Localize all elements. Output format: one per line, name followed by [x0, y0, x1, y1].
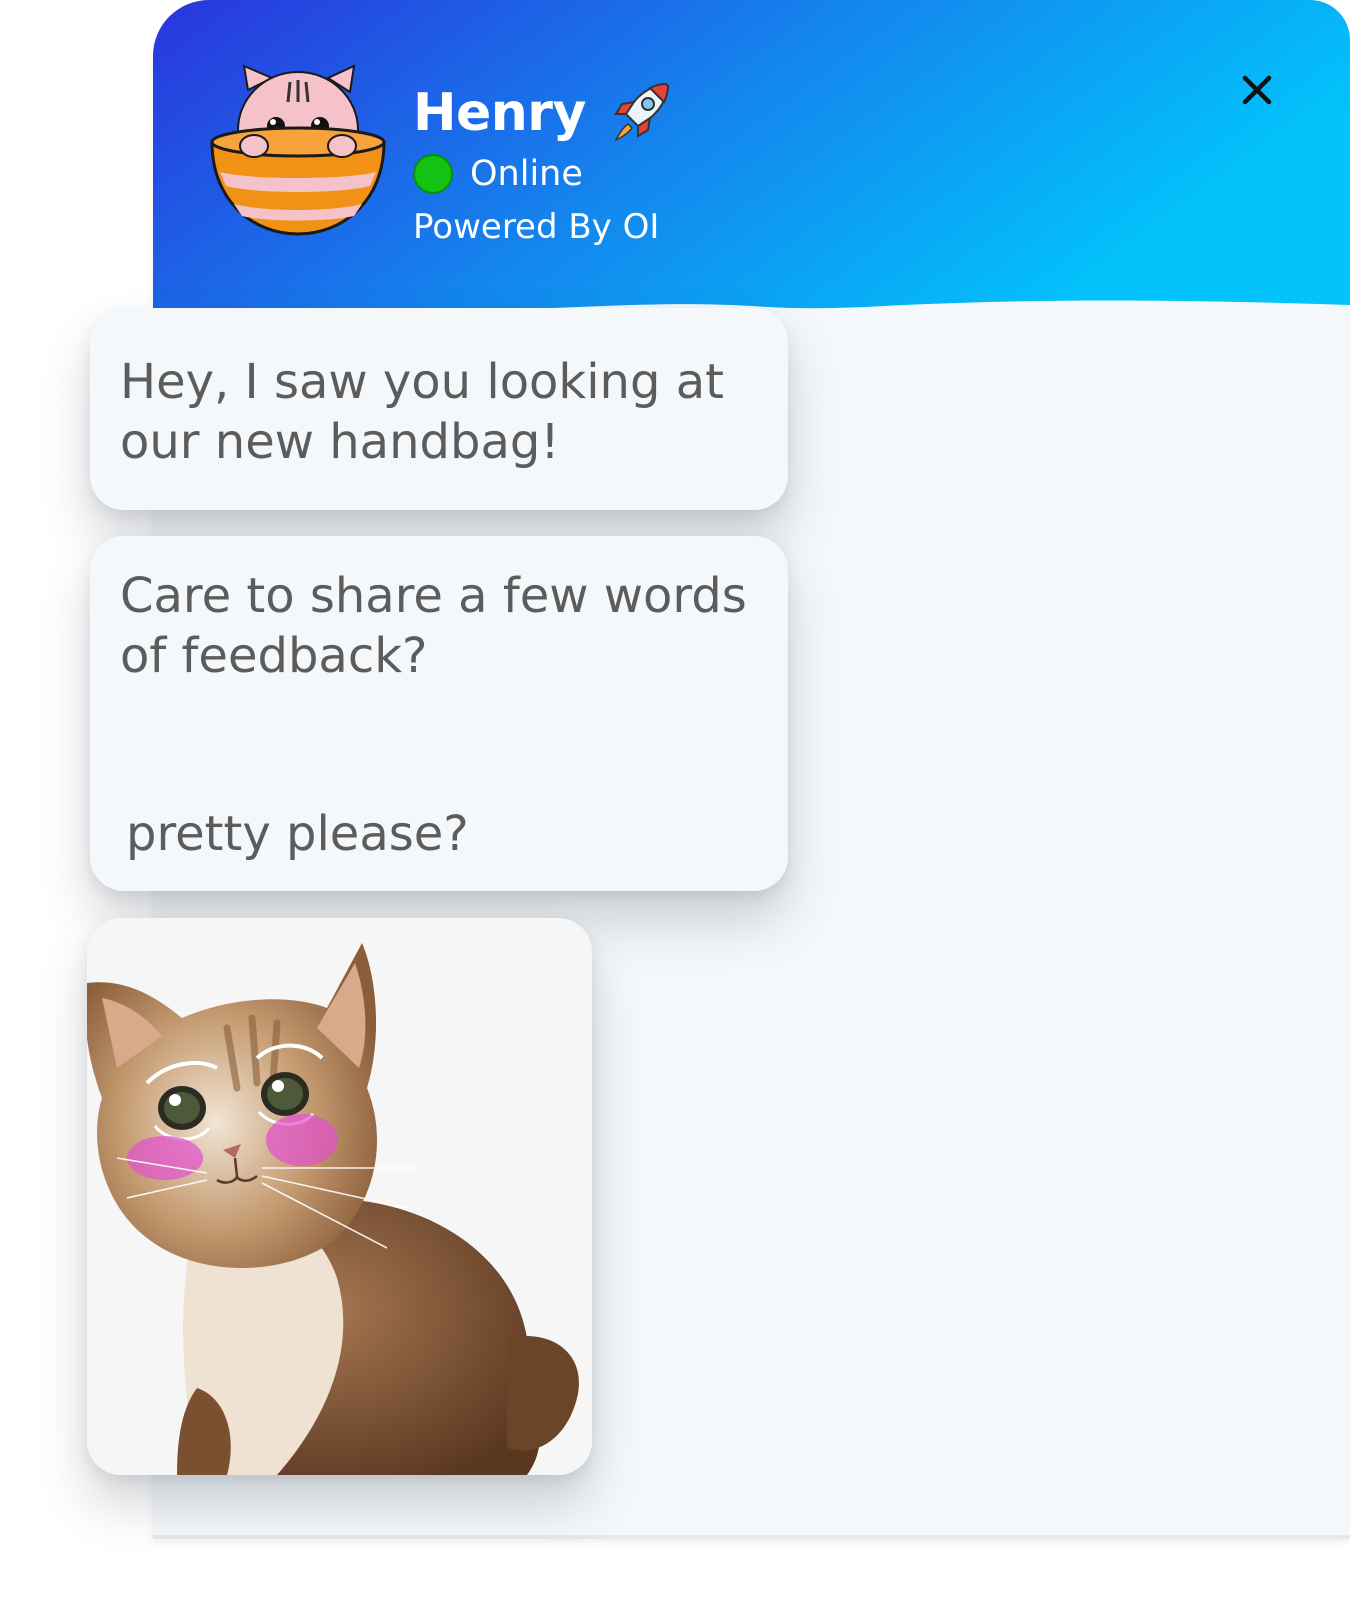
rocket-icon	[614, 82, 669, 142]
message-bubble: Care to share a few words of feedback? p…	[90, 536, 788, 891]
chat-header: Henry Online Powered By OI	[153, 0, 1350, 315]
image-message[interactable]	[87, 918, 592, 1475]
status-text: Online	[470, 154, 583, 194]
message-subtext: pretty please?	[126, 806, 469, 862]
bot-name: Henry	[413, 83, 586, 143]
message-bubble: Hey, I saw you looking at our new handba…	[90, 308, 788, 510]
powered-by-text: Powered By OI	[413, 207, 660, 247]
message-text: Care to share a few words of feedback?	[120, 568, 747, 684]
online-dot-icon	[413, 154, 453, 194]
status-row: Online	[413, 152, 674, 196]
header-info: Henry Online Powered By OI	[413, 78, 674, 247]
bot-name-row: Henry	[413, 78, 674, 148]
close-icon[interactable]	[1240, 73, 1274, 107]
pleading-cat-image	[87, 918, 592, 1475]
chat-widget: Henry Online Powered By OI Hey, I saw yo…	[0, 0, 1350, 1600]
message-text: Hey, I saw you looking at our new handba…	[120, 354, 724, 470]
bot-avatar	[210, 64, 386, 236]
